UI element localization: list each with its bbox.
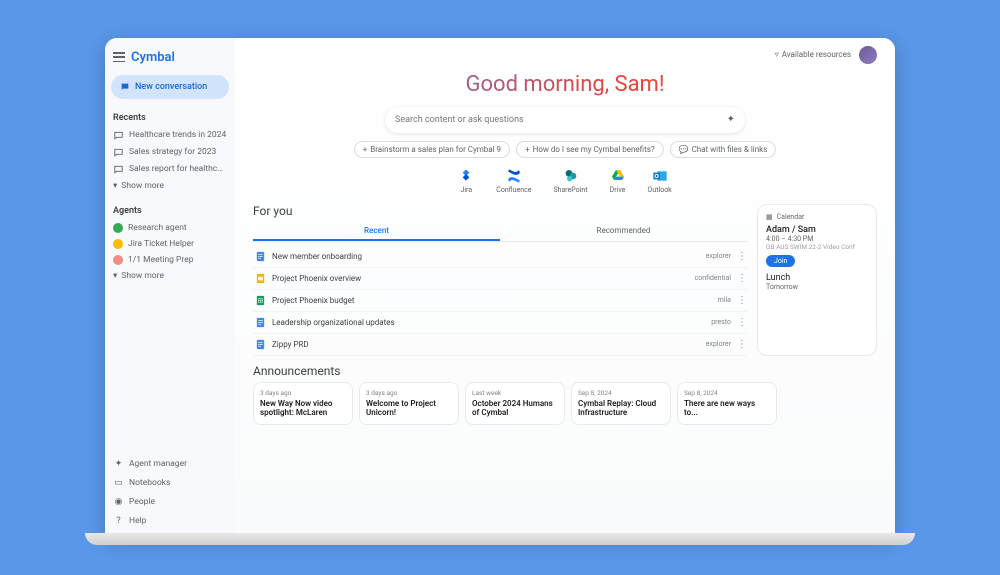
recent-item[interactable]: Sales strategy for 2023	[111, 144, 229, 161]
suggestion-chip[interactable]: +How do I see my Cymbal benefits?	[516, 141, 664, 158]
sidebar-help[interactable]: ?Help	[111, 513, 229, 530]
plus-icon: +	[363, 145, 368, 154]
sidebar-notebook[interactable]: ▭Notebooks	[111, 475, 229, 492]
main-content: ▿ Available resources Good morning, Sam!…	[235, 38, 895, 538]
user-avatar[interactable]	[859, 46, 877, 64]
announcement-card[interactable]: Sep 8, 2024There are new ways to...	[677, 382, 777, 425]
recent-item[interactable]: Healthcare trends in 2024	[111, 127, 229, 144]
doc-icon	[255, 250, 266, 263]
event-detail: GB AUS SWIM 22-2 Video Conf	[766, 243, 868, 251]
doc-icon	[255, 338, 266, 351]
chat-icon	[120, 82, 130, 92]
recents-header: Recents	[111, 109, 229, 127]
app-jira[interactable]: Jira	[458, 168, 474, 194]
outlook-icon	[652, 168, 668, 184]
agent-item[interactable]: Research agent	[111, 220, 229, 236]
suggestion-chip[interactable]: +Brainstorm a sales plan for Cymbal 9	[354, 141, 510, 158]
notebook-icon: ▭	[113, 478, 124, 489]
app-confluence[interactable]: Confluence	[496, 168, 531, 194]
search-box[interactable]: ✦	[385, 107, 745, 133]
chat-icon	[113, 130, 124, 141]
event-time: 4:00 – 4:30 PM	[766, 235, 868, 243]
help-icon: ?	[113, 516, 124, 527]
brand-logo: Cymbal	[131, 50, 175, 65]
person-icon: ◉	[113, 497, 124, 508]
greeting-title: Good morning, Sam!	[253, 72, 877, 97]
tab-recent[interactable]: Recent	[253, 222, 500, 241]
agent-dot-icon	[113, 239, 123, 249]
chat-icon	[113, 147, 124, 158]
sparkle-icon: ✦	[113, 459, 124, 470]
available-resources-link[interactable]: ▿ Available resources	[775, 50, 851, 59]
join-button[interactable]: Join	[766, 255, 795, 267]
doc-row[interactable]: New member onboardingexplorer⋮	[253, 246, 747, 268]
plus-icon: +	[525, 145, 530, 154]
app-sharepoint[interactable]: SharePoint	[553, 168, 587, 194]
doc-row[interactable]: Zippy PRDexplorer⋮	[253, 334, 747, 356]
chevron-down-icon: ▾	[113, 181, 117, 191]
sidebar-sparkle[interactable]: ✦Agent manager	[111, 456, 229, 473]
announcements-title: Announcements	[253, 364, 877, 378]
agent-dot-icon	[113, 223, 123, 233]
sidebar-person[interactable]: ◉People	[111, 494, 229, 511]
slides-icon	[255, 272, 266, 285]
doc-icon	[255, 316, 266, 329]
event-2-title: Lunch	[766, 273, 868, 283]
search-input[interactable]	[395, 115, 721, 125]
drive-icon	[610, 168, 626, 184]
suggestion-chip[interactable]: 💬Chat with files & links	[670, 141, 777, 158]
sharepoint-icon	[563, 168, 579, 184]
agent-item[interactable]: Jira Ticket Helper	[111, 236, 229, 252]
tab-recommended[interactable]: Recommended	[500, 222, 747, 241]
calendar-icon: ▦	[766, 213, 773, 221]
more-icon[interactable]: ⋮	[737, 295, 745, 306]
more-icon[interactable]: ⋮	[737, 273, 745, 284]
announcement-card[interactable]: Sep 8, 2024Cymbal Replay: Cloud Infrastr…	[571, 382, 671, 425]
agent-item[interactable]: 1/1 Meeting Prep	[111, 252, 229, 268]
agents-header: Agents	[111, 202, 229, 220]
event-title: Adam / Sam	[766, 225, 868, 235]
for-you-title: For you	[253, 204, 747, 218]
announcement-card[interactable]: 3 days agoNew Way Now video spotlight: M…	[253, 382, 353, 425]
app-drive[interactable]: Drive	[610, 168, 626, 194]
recent-item[interactable]: Sales report for healthcare	[111, 161, 229, 178]
chat-icon	[113, 164, 124, 175]
show-more-agents[interactable]: ▾ Show more	[111, 268, 229, 284]
doc-row[interactable]: Project Phoenix budgetmila⋮	[253, 290, 747, 312]
show-more-recents[interactable]: ▾ Show more	[111, 178, 229, 194]
sheets-icon	[255, 294, 266, 307]
sidebar: Cymbal New conversation Recents Healthca…	[105, 38, 235, 538]
chat-icon: 💬	[679, 145, 689, 154]
app-outlook[interactable]: Outlook	[648, 168, 672, 194]
jira-icon	[458, 168, 474, 184]
new-conversation-button[interactable]: New conversation	[111, 75, 229, 99]
doc-row[interactable]: Project Phoenix overviewconfidential⋮	[253, 268, 747, 290]
more-icon[interactable]: ⋮	[737, 251, 745, 262]
more-icon[interactable]: ⋮	[737, 317, 745, 328]
event-2-time: Tomorrow	[766, 283, 868, 291]
calendar-card: ▦Calendar Adam / Sam 4:00 – 4:30 PM GB A…	[757, 204, 877, 356]
announcement-card[interactable]: Last weekOctober 2024 Humans of Cymbal	[465, 382, 565, 425]
announcement-card[interactable]: 3 days agoWelcome to Project Unicorn!	[359, 382, 459, 425]
more-icon[interactable]: ⋮	[737, 339, 745, 350]
menu-icon[interactable]	[113, 52, 125, 62]
agent-dot-icon	[113, 255, 123, 265]
filter-icon: ▿	[775, 50, 779, 59]
confluence-icon	[506, 168, 522, 184]
sparkle-icon[interactable]: ✦	[727, 114, 735, 125]
doc-row[interactable]: Leadership organizational updatespresto⋮	[253, 312, 747, 334]
chevron-down-icon: ▾	[113, 271, 117, 281]
